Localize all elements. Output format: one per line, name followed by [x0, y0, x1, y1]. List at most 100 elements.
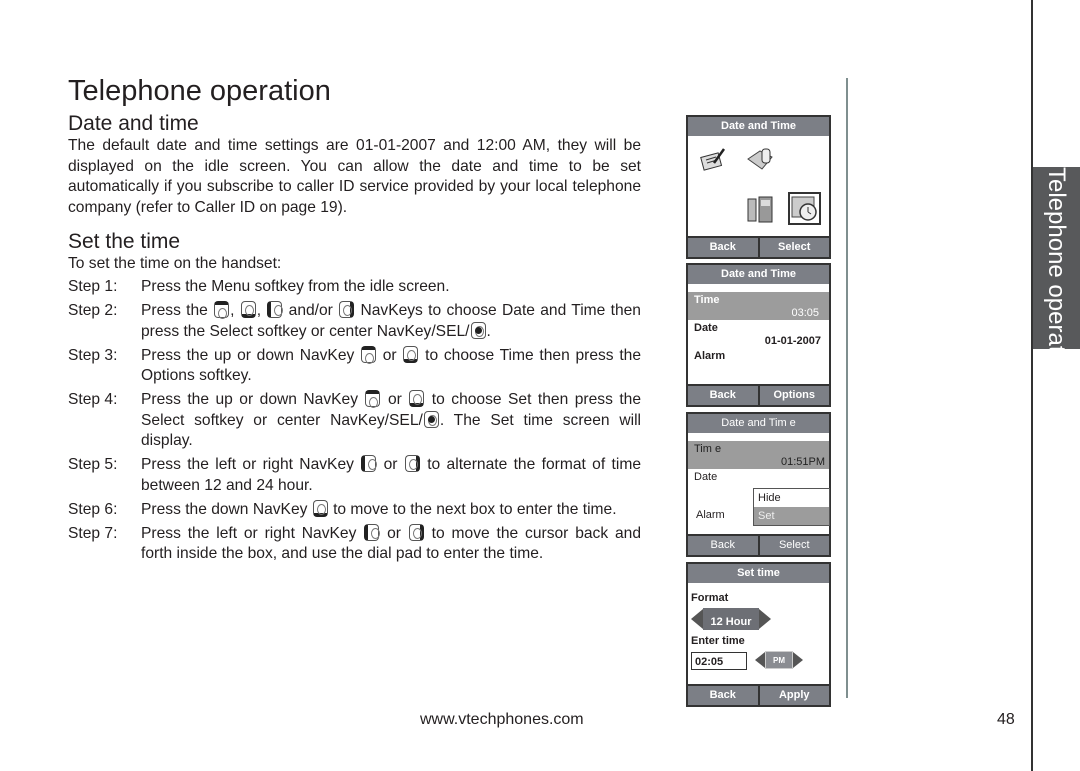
softkey-back[interactable]: Back — [688, 686, 760, 705]
calendar-clock-icon-selected[interactable] — [788, 192, 821, 225]
navkey-down-icon — [409, 390, 425, 408]
navkey-right-icon — [339, 300, 355, 318]
screen-date-and-time-list: Date and Time Time 03:05 Date 01-01-2007… — [686, 263, 831, 407]
ampm-selector[interactable]: PM — [755, 651, 803, 669]
row-value: 01:51PM — [780, 456, 825, 468]
row-label: Date — [694, 322, 718, 334]
step-text: to move to the next box to enter the tim… — [328, 500, 617, 518]
section-body: The default date and time settings are 0… — [68, 137, 641, 216]
step-3: Step 3: Press the up or down NavKey or t… — [68, 345, 641, 387]
option-hide[interactable]: Hide — [754, 489, 829, 507]
softkey-apply[interactable]: Apply — [760, 686, 830, 705]
screen-header: Set time — [688, 564, 829, 583]
step-text: Press the up or down NavKey — [141, 346, 361, 364]
softkey-options[interactable]: Options — [760, 386, 830, 405]
softkey-select[interactable]: Select — [760, 238, 830, 257]
enter-time-label: Enter time — [691, 635, 745, 647]
step-text: . — [486, 322, 491, 340]
screen-menu-date-and-time: Date and Time Back Select — [686, 115, 831, 259]
row-label: Tim e — [694, 443, 722, 455]
list-item-alarm[interactable]: Alarm — [688, 348, 829, 368]
row-value: 01-01-2007 — [764, 335, 821, 347]
step-6: Step 6: Press the down NavKey to move to… — [68, 499, 641, 521]
step-2: Step 2: Press the , , and/or NavKeys to … — [68, 300, 641, 342]
option-set[interactable]: Set — [754, 507, 829, 525]
list-item-time[interactable]: Time 03:05 — [688, 292, 829, 320]
navkey-up-icon — [365, 390, 381, 409]
navkey-left-icon — [267, 300, 284, 318]
step-text: Press the left or right NavKey — [141, 456, 361, 474]
time-input[interactable]: 02:05 — [691, 652, 747, 670]
ampm-value: PM — [765, 651, 793, 669]
navkey-select-icon — [423, 410, 439, 428]
navkey-select-icon — [470, 321, 486, 339]
row-label: Alarm — [696, 509, 725, 521]
notepad-icon — [700, 148, 726, 171]
format-selector[interactable]: 12 Hour — [691, 608, 771, 630]
screen-header: Date and Time — [688, 265, 829, 284]
row-label: Time — [694, 294, 720, 306]
folder-icon — [747, 148, 773, 170]
step-text: Press the Menu softkey from the idle scr… — [141, 278, 450, 295]
softkey-bar: Back Apply — [688, 684, 829, 705]
section-title-set-the-time: Set the time — [68, 230, 181, 253]
navkey-up-icon — [361, 345, 377, 364]
step-text: or — [381, 391, 409, 409]
column-divider — [846, 78, 848, 698]
calendar-clock-icon — [791, 196, 817, 221]
step-text: Press the down NavKey — [141, 500, 312, 518]
softkey-back[interactable]: Back — [688, 536, 760, 555]
step-text: , — [230, 301, 240, 319]
step-text: Press the — [141, 301, 214, 319]
step-label: Step 6: — [68, 500, 118, 518]
step-label: Step 3: — [68, 346, 118, 364]
page-edge-divider — [1031, 0, 1033, 771]
chapter-side-tab-label: Telephone operation — [1043, 167, 1070, 385]
step-text: , — [256, 301, 267, 319]
step-label: Step 4: — [68, 391, 118, 409]
screen-header: Date and Time — [688, 117, 829, 136]
row-value: 03:05 — [791, 307, 819, 319]
step-label: Step 5: — [68, 456, 118, 474]
screen-set-time: Set time Format 12 Hour Enter time 02:05… — [686, 562, 831, 707]
page-title: Telephone operation — [68, 75, 331, 107]
softkey-back[interactable]: Back — [688, 238, 760, 257]
step-label: Step 1: — [68, 278, 118, 295]
navkey-left-icon — [364, 523, 381, 541]
navkey-down-icon — [312, 499, 328, 517]
softkey-bar: Back Select — [688, 534, 829, 555]
softkey-select[interactable]: Select — [760, 536, 830, 555]
list-item-date[interactable]: Date 01-01-2007 — [688, 320, 829, 348]
navkey-right-icon — [404, 455, 420, 473]
step-5: Step 5: Press the left or right NavKey o… — [68, 455, 641, 496]
step-text: or — [380, 524, 408, 542]
step-4: Step 4: Press the up or down NavKey or t… — [68, 390, 641, 452]
navkey-left-icon — [361, 455, 378, 473]
format-value: 12 Hour — [703, 608, 759, 630]
navkey-down-icon — [403, 345, 419, 363]
arrow-left-icon[interactable] — [755, 652, 765, 668]
arrow-right-icon[interactable] — [759, 609, 771, 629]
step-text: and/or — [283, 301, 339, 319]
step-text: or — [377, 346, 403, 364]
page-number: 48 — [997, 711, 1015, 728]
steps-list: Step 1: Press the Menu softkey from the … — [68, 277, 641, 568]
format-label: Format — [691, 592, 729, 604]
screen-header: Date and Tim e — [688, 414, 829, 433]
chapter-side-tab: Telephone operation — [1033, 167, 1080, 385]
softkey-bar: Back Select — [688, 236, 829, 257]
section-title-date-and-time: Date and time — [68, 112, 199, 135]
softkey-back[interactable]: Back — [688, 386, 760, 405]
footer-url: www.vtechphones.com — [420, 711, 584, 728]
row-label: Date — [694, 471, 718, 483]
row-label: Alarm — [694, 350, 726, 362]
list-item-time[interactable]: Tim e 01:51PM — [688, 441, 829, 469]
navkey-down-icon — [240, 300, 256, 318]
step-text: or — [377, 456, 404, 474]
step-text: Press the left or right NavKey — [141, 524, 364, 542]
arrow-left-icon[interactable] — [691, 609, 703, 629]
step-label: Step 2: — [68, 301, 118, 319]
arrow-right-icon[interactable] — [793, 652, 803, 668]
screen-time-options: Date and Tim e Tim e 01:51PM Date Alarm … — [686, 412, 831, 557]
step-label: Step 7: — [68, 524, 118, 542]
